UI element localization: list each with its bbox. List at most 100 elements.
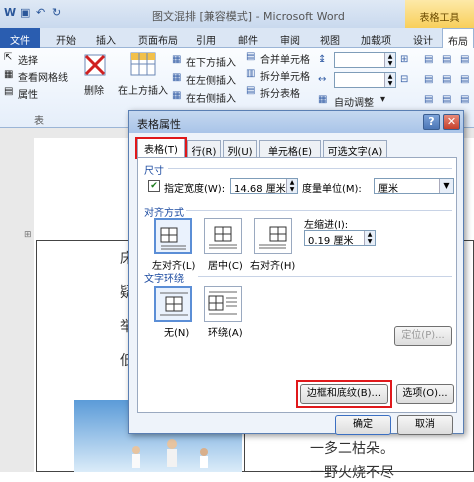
wrap-section-title: 文字环绕 [144, 274, 184, 285]
autofit-button[interactable]: 自动调整 [334, 94, 374, 109]
split-cells-icon: ▥ [246, 68, 256, 79]
save-icon[interactable]: ▣ [20, 6, 30, 19]
tab-page-layout[interactable]: 页面布局 [132, 28, 184, 48]
help-icon[interactable]: ? [423, 114, 440, 130]
specify-width-checkbox[interactable]: ✔ [148, 180, 160, 192]
indent-value: 0.19 厘米 [308, 236, 354, 247]
tab-design[interactable]: 设计 [408, 28, 438, 48]
column-width-icon: ↔ [318, 74, 327, 85]
window-title: 图文混排 [兼容模式] - Microsoft Word [152, 10, 345, 23]
wrap-section-divider [198, 276, 452, 277]
indent-label: 左缩进(I): [304, 220, 349, 231]
select-icon: ⇱ [4, 52, 13, 63]
autofit-dropdown-icon: ▾ [380, 94, 386, 105]
distribute-columns-icon[interactable]: ⊟ [400, 74, 408, 85]
measure-unit-value: 厘米 [378, 184, 398, 195]
tab-column[interactable]: 列(U) [223, 140, 257, 158]
width-value: 14.68 厘米 [234, 184, 286, 195]
split-cells-button[interactable]: 拆分单元格 [260, 68, 310, 83]
width-input[interactable]: 14.68 厘米 ▲ ▼ [230, 178, 298, 195]
align-center-label: 居中(C) [208, 261, 243, 272]
properties-icon: ▤ [4, 86, 14, 97]
size-section-divider [168, 168, 452, 169]
merge-cells-button[interactable]: 合并单元格 [260, 51, 310, 66]
cancel-button[interactable]: 取消 [397, 415, 453, 435]
word-icon: W [4, 6, 17, 19]
align-top-right-icon[interactable]: ▤ [460, 54, 469, 65]
table-properties-dialog: 表格属性 ? ✕ 表格(T) 行(R) 列(U) 单元格(E) 可选文字(A) … [128, 110, 464, 435]
row-height-icon: ↨ [318, 54, 327, 65]
insert-below-button[interactable]: 在下方插入 [186, 54, 236, 69]
align-bottom-left-icon[interactable]: ▤ [424, 94, 433, 105]
align-bottom-right-icon[interactable]: ▤ [460, 94, 469, 105]
delete-icon [84, 54, 106, 76]
tab-row[interactable]: 行(R) [187, 140, 221, 158]
tab-home[interactable]: 开始 [50, 28, 82, 48]
alignment-section-title: 对齐方式 [144, 208, 184, 219]
options-button[interactable]: 选项(O)... [396, 384, 454, 404]
tab-cell[interactable]: 单元格(E) [259, 140, 321, 158]
table-tab-panel: 尺寸 ✔ 指定宽度(W): 14.68 厘米 ▲ ▼ 度量单位(M): 厘米 ▼ 对齐… [137, 157, 457, 413]
wrap-around-icon [208, 291, 237, 315]
redo-icon[interactable]: ↻ [52, 6, 61, 19]
row-height-field[interactable]: ▲ ▼ [334, 52, 396, 68]
alignment-section-divider [186, 210, 452, 211]
align-bottom-center-icon[interactable]: ▤ [442, 94, 451, 105]
split-table-button[interactable]: 拆分表格 [260, 85, 300, 100]
align-right-option[interactable] [254, 218, 292, 254]
column-width-field[interactable]: ▲ ▼ [334, 72, 396, 88]
distribute-rows-icon[interactable]: ⊞ [400, 54, 408, 65]
wrap-around-option[interactable] [204, 286, 242, 322]
align-middle-right-icon[interactable]: ▤ [460, 74, 469, 85]
properties-button[interactable]: 属性 [18, 86, 38, 101]
align-left-option[interactable] [154, 218, 192, 254]
wrap-none-label: 无(N) [164, 328, 190, 339]
insert-above-icon [130, 52, 156, 76]
close-icon[interactable]: ✕ [443, 114, 460, 130]
insert-above-button[interactable]: 在上方插入 [118, 82, 168, 97]
size-section-title: 尺寸 [144, 166, 164, 177]
merge-icon: ▤ [246, 51, 256, 62]
measure-unit-select[interactable]: 厘米 ▼ [374, 178, 454, 195]
tab-view[interactable]: 视图 [314, 28, 346, 48]
insert-right-icon: ▦ [172, 90, 182, 101]
dialog-title: 表格属性 [137, 118, 181, 131]
tab-insert[interactable]: 插入 [90, 28, 122, 48]
doc-text-right-1: 一多二枯朵。 [310, 441, 394, 457]
align-middle-left-icon[interactable]: ▤ [424, 74, 433, 85]
insert-left-button[interactable]: 在左侧插入 [186, 72, 236, 87]
doc-text-right-2: 一野火烧不尽 [310, 465, 394, 481]
highlight-borders-button [296, 380, 392, 408]
wrap-none-option[interactable] [154, 286, 192, 322]
tab-mailings[interactable]: 邮件 [232, 28, 264, 48]
align-top-left-icon[interactable]: ▤ [424, 54, 433, 65]
tab-layout[interactable]: 布局 [442, 28, 474, 49]
align-center-option[interactable] [204, 218, 242, 254]
highlight-tab-table [135, 137, 187, 159]
measure-unit-label: 度量单位(M): [302, 184, 362, 195]
tab-references[interactable]: 引用 [190, 28, 222, 48]
wrap-none-icon [160, 292, 188, 316]
select-button[interactable]: 选择 [18, 52, 38, 67]
align-middle-center-icon[interactable]: ▤ [442, 74, 451, 85]
dialog-title-bar: 表格属性 ? ✕ [129, 111, 463, 133]
insert-right-button[interactable]: 在右侧插入 [186, 90, 236, 105]
tab-review[interactable]: 审阅 [274, 28, 306, 48]
group-table-label: 表 [34, 116, 44, 127]
delete-button[interactable]: 删除 [84, 82, 104, 97]
table-move-handle-icon[interactable]: ⊞ [24, 230, 32, 240]
tab-alt-text[interactable]: 可选文字(A) [323, 140, 387, 158]
tab-file[interactable]: 文件 [0, 28, 40, 48]
align-right-label: 右对齐(H) [250, 261, 296, 272]
ok-button[interactable]: 确定 [335, 415, 391, 435]
tab-addins[interactable]: 加载项 [354, 28, 398, 48]
position-button[interactable]: 定位(P)... [394, 326, 452, 346]
split-table-icon: ▤ [246, 85, 256, 96]
align-left-icon [160, 227, 186, 250]
title-bar: W ▣ ↶ ↻ 图文混排 [兼容模式] - Microsoft Word 表格工… [0, 0, 474, 28]
indent-input[interactable]: 0.19 厘米 ▲ ▼ [304, 230, 376, 247]
undo-icon[interactable]: ↶ [36, 6, 45, 19]
specify-width-label: 指定宽度(W): [164, 184, 226, 195]
gridlines-button[interactable]: 查看网格线 [18, 69, 68, 84]
align-top-center-icon[interactable]: ▤ [442, 54, 451, 65]
